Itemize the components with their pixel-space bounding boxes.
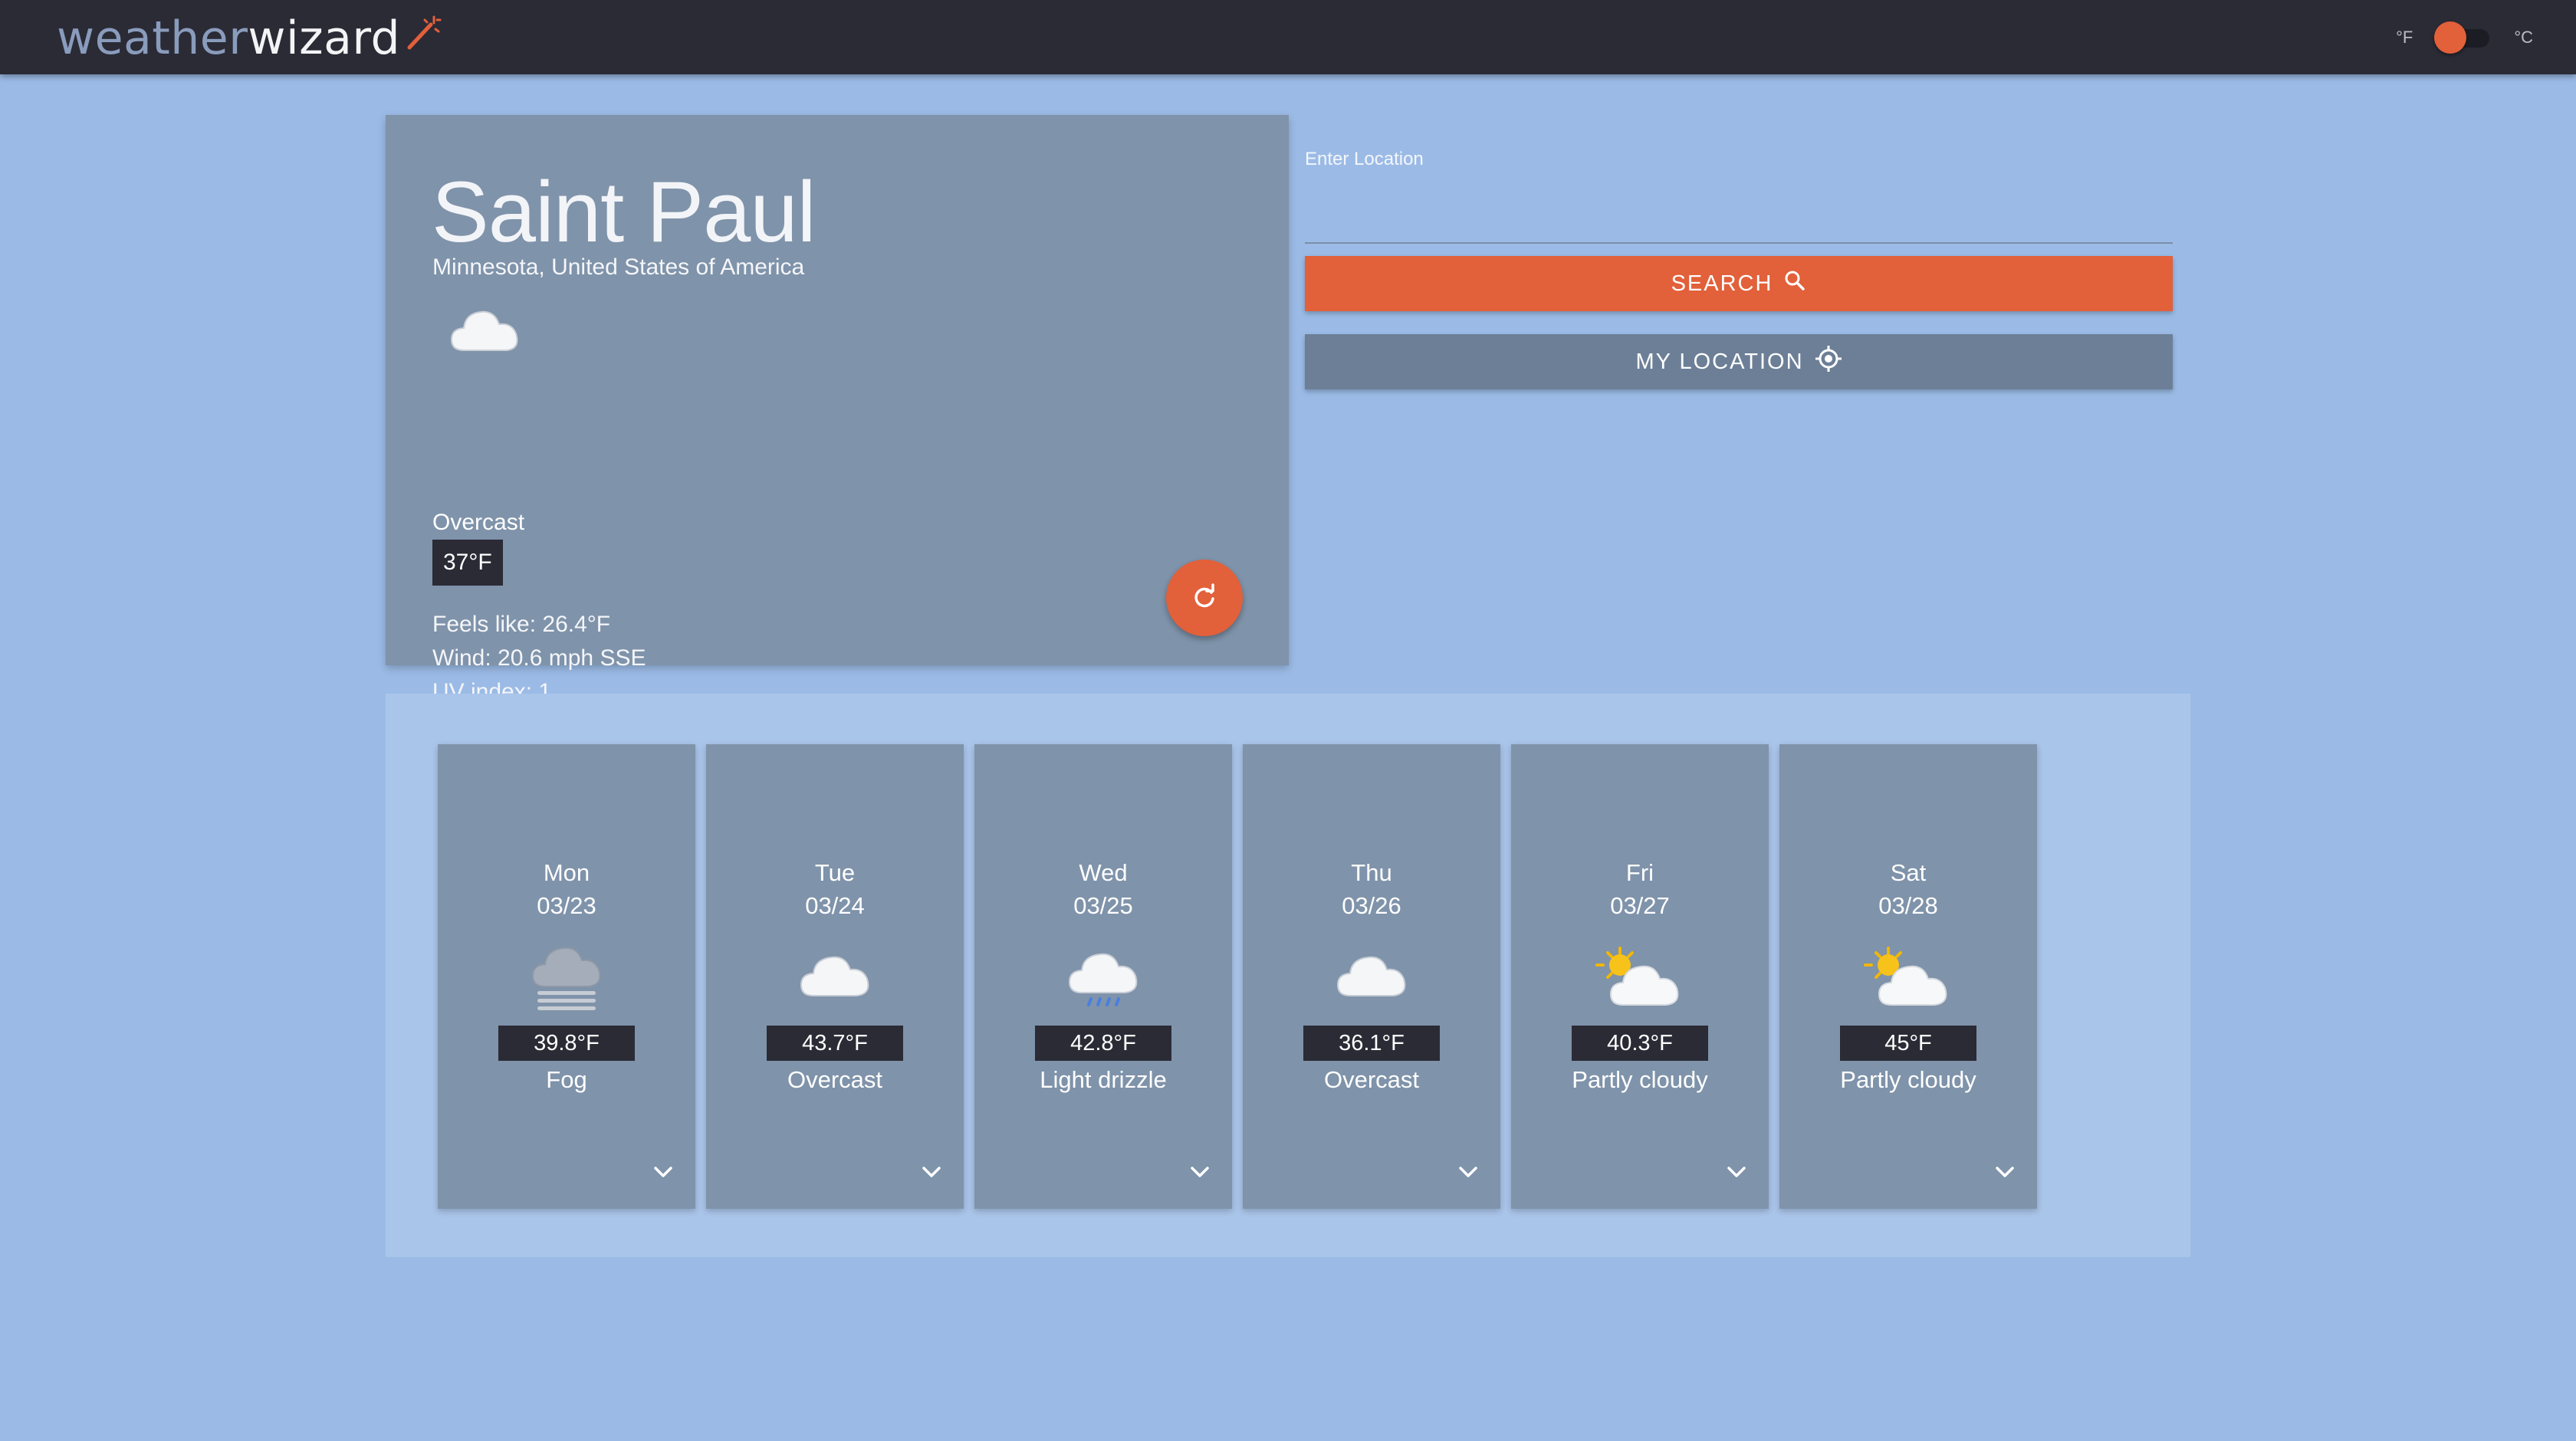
forecast-day: Tue [814,859,856,886]
wind: Wind: 20.6 mph SSE [432,645,646,671]
forecast-date: 03/25 [1073,892,1133,919]
drizzle-icon [1065,945,1142,1018]
app-logo[interactable]: weather wizard [57,8,442,69]
forecast-temperature: 42.8°F [1035,1026,1171,1061]
cloud-icon [797,945,873,1018]
forecast-condition: Overcast [1323,1066,1420,1093]
forecast-day: Thu [1351,859,1392,886]
magic-wand-icon [405,12,442,58]
partly-cloudy-icon [1594,945,1686,1018]
forecast-temperature: 36.1°F [1303,1026,1440,1061]
unit-celsius-label[interactable]: °C [2514,28,2533,48]
forecast-temperature: 39.8°F [498,1026,635,1061]
chevron-down-icon[interactable] [1726,1164,1747,1183]
refresh-icon [1191,583,1217,613]
forecast-day-card[interactable]: Sat 03/28 45°F Partly cloudy [1779,744,2037,1209]
crosshair-icon [1815,345,1842,379]
chevron-down-icon[interactable] [1994,1164,2016,1183]
forecast-day: Wed [1079,859,1128,886]
cloud-icon [1333,945,1410,1018]
forecast-temperature: 45°F [1840,1026,1976,1061]
top-bar: weather wizard °F °C [0,0,2576,74]
forecast-condition: Partly cloudy [1840,1066,1976,1093]
cloud-icon [447,303,524,360]
location-input-label: Enter Location [1305,149,1424,169]
search-button-label: SEARCH [1671,271,1773,296]
forecast-condition: Light drizzle [1040,1066,1167,1093]
current-weather-card: Saint Paul Minnesota, United States of A… [386,115,1289,704]
logo-text-weather: weather [57,11,248,65]
fog-icon [528,945,605,1018]
current-temperature: 37°F [432,540,503,586]
forecast-day-card[interactable]: Mon 03/23 39.8°F Fog [438,744,695,1209]
chevron-down-icon[interactable] [652,1164,674,1183]
forecast-day-card[interactable]: Fri 03/27 40.3°F Partly cloudy [1511,744,1769,1209]
logo-text-wizard: wizard [248,11,401,65]
search-icon [1783,269,1806,298]
unit-fahrenheit-label[interactable]: °F [2396,28,2413,48]
unit-toggle: °F °C [2396,20,2533,55]
location-input[interactable] [1305,179,2173,244]
forecast-date: 03/28 [1878,892,1938,919]
chevron-down-icon[interactable] [921,1164,942,1183]
refresh-button[interactable] [1166,560,1243,636]
forecast-day: Sat [1890,859,1927,886]
chevron-down-icon[interactable] [1457,1164,1479,1183]
my-location-button[interactable]: MY LOCATION [1305,334,2173,389]
city-name: Saint Paul [432,164,816,260]
chevron-down-icon[interactable] [1189,1164,1211,1183]
forecast-day: Mon [543,859,590,886]
forecast-date: 03/24 [805,892,865,919]
forecast-date: 03/26 [1342,892,1401,919]
forecast-temperature: 43.7°F [767,1026,903,1061]
forecast-panel: Mon 03/23 39.8°F Fog Tue 03/24 43.7°F Ov… [386,694,2190,1257]
forecast-condition: Overcast [787,1066,883,1093]
current-condition: Overcast [432,510,525,535]
region-name: Minnesota, United States of America [432,254,805,280]
switch-knob[interactable] [2434,21,2467,54]
forecast-condition: Fog [546,1066,587,1093]
forecast-temperature: 40.3°F [1572,1026,1708,1061]
forecast-date: 03/23 [537,892,596,919]
search-button[interactable]: SEARCH [1305,256,2173,311]
my-location-button-label: MY LOCATION [1635,349,1804,374]
forecast-day-card[interactable]: Wed 03/25 42.8°F Light drizzle [974,744,1232,1209]
forecast-date: 03/27 [1610,892,1670,919]
forecast-day-card[interactable]: Thu 03/26 36.1°F Overcast [1243,744,1500,1209]
forecast-day-card[interactable]: Tue 03/24 43.7°F Overcast [706,744,964,1209]
partly-cloudy-icon [1862,945,1954,1018]
forecast-condition: Partly cloudy [1572,1066,1708,1093]
unit-switch[interactable] [2434,20,2492,55]
forecast-day: Fri [1625,859,1654,886]
feels-like: Feels like: 26.4°F [432,612,611,637]
